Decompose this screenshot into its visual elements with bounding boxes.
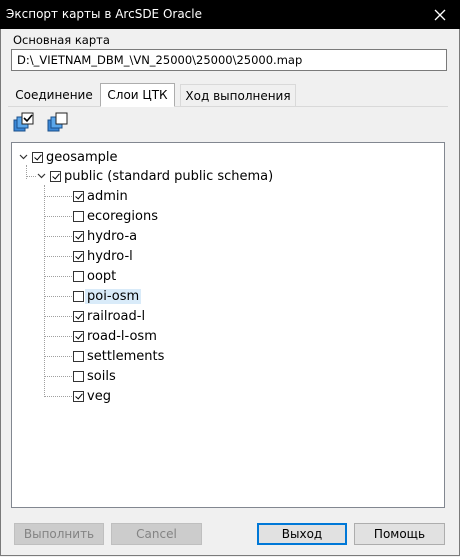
layer-label: poi-osm [85, 288, 142, 304]
uncheck-all-layers-icon [47, 112, 68, 132]
tree-node-schema-label: public (standard public schema) [64, 168, 274, 184]
layer-checkbox[interactable] [73, 210, 84, 222]
tab-strip-divider [8, 106, 448, 107]
main-map-path-field[interactable]: D:\_VIETNAM_DBM_\VN_25000\25000\25000.ma… [11, 49, 447, 71]
main-map-path-text: D:\_VIETNAM_DBM_\VN_25000\25000\25000.ma… [17, 53, 303, 67]
layers-tree[interactable]: geosample public (standard public schema… [11, 142, 445, 508]
help-button[interactable]: Помощь [354, 523, 445, 545]
cancel-button[interactable]: Cancel [111, 523, 202, 545]
layer-label: soils [87, 368, 116, 384]
layer-checkbox[interactable] [73, 310, 84, 322]
layer-label: admin [87, 188, 128, 204]
layer-checkbox[interactable] [73, 230, 84, 242]
check-all-button[interactable] [10, 111, 36, 135]
layer-label: settlements [87, 348, 165, 364]
run-button[interactable]: Выполнить [14, 523, 104, 545]
tree-layer-item[interactable]: veg [73, 387, 111, 405]
layer-label: ecoregions [87, 208, 158, 224]
layer-checkbox[interactable] [73, 290, 84, 302]
main-map-label: Основная карта [13, 33, 110, 47]
window-title: Экспорт карты в ArcSDE Oracle [6, 7, 202, 21]
tree-node-root[interactable]: geosample [18, 148, 117, 166]
layer-checkbox[interactable] [73, 250, 84, 262]
tree-layer-item[interactable]: oopt [73, 267, 116, 285]
expand-chevron-icon[interactable] [18, 152, 28, 162]
layer-checkbox[interactable] [73, 190, 84, 202]
tree-layer-item[interactable]: admin [73, 187, 128, 205]
uncheck-all-button[interactable] [44, 111, 70, 135]
layer-label: hydro-a [87, 228, 138, 244]
check-all-layers-icon [13, 112, 34, 132]
close-icon [434, 9, 446, 20]
layer-label: hydro-l [87, 248, 133, 264]
close-button[interactable] [420, 0, 460, 29]
tree-layer-item[interactable]: hydro-l [73, 247, 133, 265]
layer-label: road-l-osm [87, 328, 157, 344]
layer-checkbox[interactable] [73, 350, 84, 362]
expand-chevron-icon[interactable] [36, 171, 46, 181]
layer-label: railroad-l [87, 308, 146, 324]
tree-layer-item[interactable]: ecoregions [73, 207, 158, 225]
tab-connection[interactable]: Соединение [11, 84, 97, 106]
tree-layer-item[interactable]: hydro-a [73, 227, 137, 245]
exit-button[interactable]: Выход [257, 523, 347, 545]
tree-layer-item[interactable]: soils [73, 367, 116, 385]
layer-checkbox[interactable] [73, 370, 84, 382]
tree-node-root-label: geosample [46, 149, 118, 165]
title-bar: Экспорт карты в ArcSDE Oracle [0, 0, 460, 29]
tree-node-root-checkbox[interactable] [32, 151, 43, 163]
tree-layer-item[interactable]: railroad-l [73, 307, 145, 325]
layer-checkbox[interactable] [73, 390, 84, 402]
tab-layers[interactable]: Слои ЦТК [100, 83, 175, 107]
layer-checkbox[interactable] [73, 330, 84, 342]
layer-checkbox[interactable] [73, 270, 84, 282]
layer-label: veg [87, 388, 111, 404]
tree-layer-item[interactable]: settlements [73, 347, 164, 365]
tree-node-schema[interactable]: public (standard public schema) [36, 167, 273, 185]
tree-layer-item-selected[interactable]: poi-osm [73, 287, 142, 305]
tree-layer-item[interactable]: road-l-osm [73, 327, 157, 345]
tree-node-schema-checkbox[interactable] [50, 170, 61, 182]
tab-progress[interactable]: Ход выполнения [180, 84, 296, 106]
layer-label: oopt [87, 268, 117, 284]
